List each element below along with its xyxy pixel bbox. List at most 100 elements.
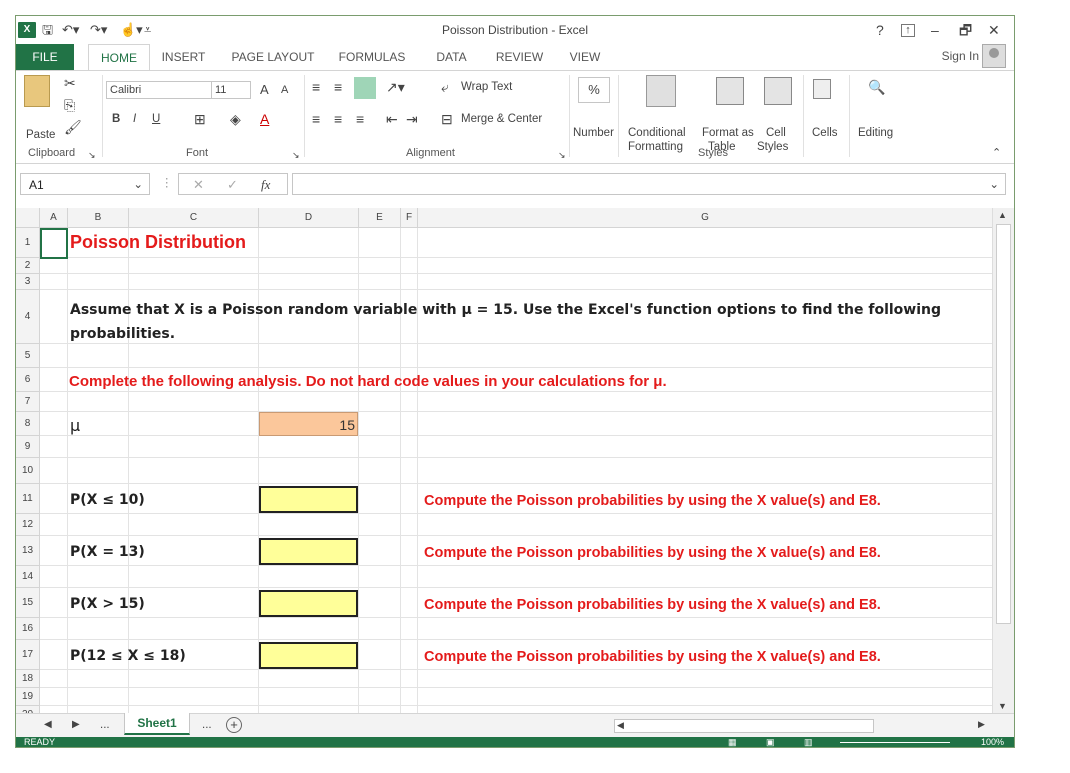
row-header[interactable]: 12 bbox=[16, 514, 40, 536]
conditional-formatting-icon[interactable] bbox=[646, 75, 676, 107]
zoom-slider[interactable] bbox=[840, 742, 950, 743]
tab-home[interactable]: HOME bbox=[88, 44, 150, 70]
cell-styles-label-1[interactable]: Cell bbox=[766, 127, 786, 139]
column-header-a[interactable]: A bbox=[40, 208, 68, 228]
row-header[interactable]: 3 bbox=[16, 274, 40, 290]
grow-font-button[interactable]: A bbox=[260, 82, 269, 97]
row-header[interactable]: 15 bbox=[16, 588, 40, 618]
alignment-launcher-icon[interactable]: ↘ bbox=[558, 147, 566, 163]
answer-input-2[interactable] bbox=[259, 538, 358, 565]
align-top-icon[interactable]: ≡ bbox=[312, 79, 320, 95]
row-header[interactable]: 10 bbox=[16, 458, 40, 484]
paste-icon[interactable] bbox=[24, 75, 50, 107]
page-break-view-icon[interactable]: ▥ bbox=[804, 737, 813, 747]
minimize-button[interactable]: – bbox=[931, 20, 939, 40]
formula-input[interactable]: ⌄ bbox=[292, 173, 1006, 195]
borders-icon[interactable]: ⊞ bbox=[194, 111, 206, 127]
row-header[interactable]: 13 bbox=[16, 536, 40, 566]
font-color-icon[interactable]: A bbox=[260, 111, 269, 127]
format-as-table-icon[interactable] bbox=[716, 77, 744, 105]
column-header-f[interactable]: F bbox=[401, 208, 418, 228]
row-header[interactable]: 19 bbox=[16, 688, 40, 706]
tab-view[interactable]: VIEW bbox=[564, 44, 606, 70]
column-header-d[interactable]: D bbox=[259, 208, 359, 228]
selected-cell-a1[interactable] bbox=[40, 228, 68, 259]
cells-icon[interactable] bbox=[813, 79, 831, 99]
column-header-e[interactable]: E bbox=[359, 208, 401, 228]
mu-value-cell[interactable]: 15 bbox=[259, 412, 358, 436]
format-as-table-label-1[interactable]: Format as bbox=[702, 127, 754, 139]
sheet-tab-sheet1[interactable]: Sheet1 bbox=[124, 713, 190, 735]
row-header[interactable]: 16 bbox=[16, 618, 40, 640]
name-box-dropdown-icon[interactable]: ⌄ bbox=[133, 177, 143, 191]
orientation-icon[interactable]: ↗▾ bbox=[386, 79, 405, 95]
tab-review[interactable]: REVIEW bbox=[492, 44, 547, 70]
row-header[interactable]: 4 bbox=[16, 290, 40, 344]
format-painter-icon[interactable]: 🖌 bbox=[64, 119, 82, 135]
editing-button[interactable]: Editing bbox=[858, 127, 893, 139]
row-header[interactable]: 18 bbox=[16, 670, 40, 688]
merge-center-button[interactable]: Merge & Center bbox=[461, 113, 542, 125]
row-header[interactable]: 11 bbox=[16, 484, 40, 514]
conditional-formatting-label-1[interactable]: Conditional bbox=[628, 127, 686, 139]
horizontal-scrollbar[interactable]: ◀ bbox=[614, 719, 874, 733]
merge-center-icon[interactable]: ⊟ bbox=[441, 111, 453, 127]
bold-button[interactable]: B bbox=[112, 113, 120, 125]
ribbon-display-icon[interactable]: ↑ bbox=[901, 24, 915, 37]
row-header[interactable]: 6 bbox=[16, 368, 40, 392]
answer-input-1[interactable] bbox=[259, 486, 358, 513]
font-size-dropdown[interactable]: 11 bbox=[211, 81, 251, 99]
find-icon[interactable]: 🔍 bbox=[868, 79, 885, 95]
column-header-g[interactable]: G bbox=[418, 208, 993, 228]
row-header[interactable]: 1 bbox=[16, 228, 40, 258]
sheet-tabs-ellipsis-right[interactable]: ... bbox=[202, 719, 212, 731]
wrap-text-button[interactable]: Wrap Text bbox=[461, 81, 512, 93]
expand-formula-icon[interactable]: ⌄ bbox=[989, 177, 999, 191]
insert-function-button[interactable]: fx bbox=[261, 177, 270, 193]
tab-insert[interactable]: INSERT bbox=[156, 44, 211, 70]
clipboard-launcher-icon[interactable]: ↘ bbox=[88, 147, 96, 163]
prev-sheet-icon[interactable]: ◀ bbox=[44, 719, 52, 730]
row-header[interactable]: 2 bbox=[16, 258, 40, 274]
tab-data[interactable]: DATA bbox=[429, 44, 474, 70]
row-header[interactable]: 9 bbox=[16, 436, 40, 458]
vertical-scrollbar[interactable]: ▲ ▼ bbox=[992, 208, 1014, 713]
worksheet-grid[interactable]: A B C D E F G 1 2 3 4 5 6 7 8 9 10 11 12… bbox=[16, 208, 993, 713]
scroll-left-icon[interactable]: ◀ bbox=[617, 720, 624, 731]
cells-button[interactable]: Cells bbox=[812, 127, 838, 139]
cut-icon[interactable]: ✂ bbox=[64, 75, 76, 91]
italic-button[interactable]: I bbox=[133, 113, 136, 125]
sign-in-link[interactable]: Sign In bbox=[942, 49, 979, 63]
decrease-indent-icon[interactable]: ⇤ bbox=[386, 111, 398, 127]
sheet-tabs-ellipsis-left[interactable]: ... bbox=[100, 719, 110, 731]
row-header[interactable]: 14 bbox=[16, 566, 40, 588]
answer-input-3[interactable] bbox=[259, 590, 358, 617]
row-header[interactable]: 20 bbox=[16, 706, 40, 713]
add-sheet-button[interactable]: + bbox=[226, 717, 242, 733]
select-all-corner[interactable] bbox=[16, 208, 40, 228]
cell-styles-label-2[interactable]: Styles bbox=[757, 141, 788, 153]
copy-icon[interactable]: ⎘ bbox=[64, 97, 75, 113]
close-button[interactable]: ✕ bbox=[988, 20, 1000, 40]
wrap-text-icon[interactable]: ⤶ bbox=[441, 79, 449, 95]
row-header[interactable]: 5 bbox=[16, 344, 40, 368]
align-right-icon[interactable]: ≡ bbox=[356, 111, 364, 127]
percent-style-button[interactable]: % bbox=[578, 77, 610, 103]
number-format-button[interactable]: Number bbox=[573, 127, 614, 139]
confirm-entry-icon[interactable]: ✓ bbox=[227, 177, 238, 193]
tab-file[interactable]: FILE bbox=[16, 44, 74, 70]
row-header[interactable]: 8 bbox=[16, 412, 40, 436]
increase-indent-icon[interactable]: ⇥ bbox=[406, 111, 418, 127]
cancel-entry-icon[interactable]: ✕ bbox=[193, 177, 204, 193]
tab-page-layout[interactable]: PAGE LAYOUT bbox=[228, 44, 318, 70]
page-layout-view-icon[interactable]: ▣ bbox=[766, 737, 775, 747]
shrink-font-button[interactable]: A bbox=[281, 84, 288, 96]
next-sheet-icon[interactable]: ▶ bbox=[72, 719, 80, 730]
column-header-b[interactable]: B bbox=[68, 208, 129, 228]
tab-formulas[interactable]: FORMULAS bbox=[336, 44, 408, 70]
scroll-up-icon[interactable]: ▲ bbox=[998, 210, 1007, 220]
name-box[interactable]: A1 ⌄ bbox=[20, 173, 150, 195]
column-header-c[interactable]: C bbox=[129, 208, 259, 228]
scroll-down-icon[interactable]: ▼ bbox=[998, 701, 1007, 711]
fill-color-icon[interactable]: ◈ bbox=[230, 111, 241, 127]
